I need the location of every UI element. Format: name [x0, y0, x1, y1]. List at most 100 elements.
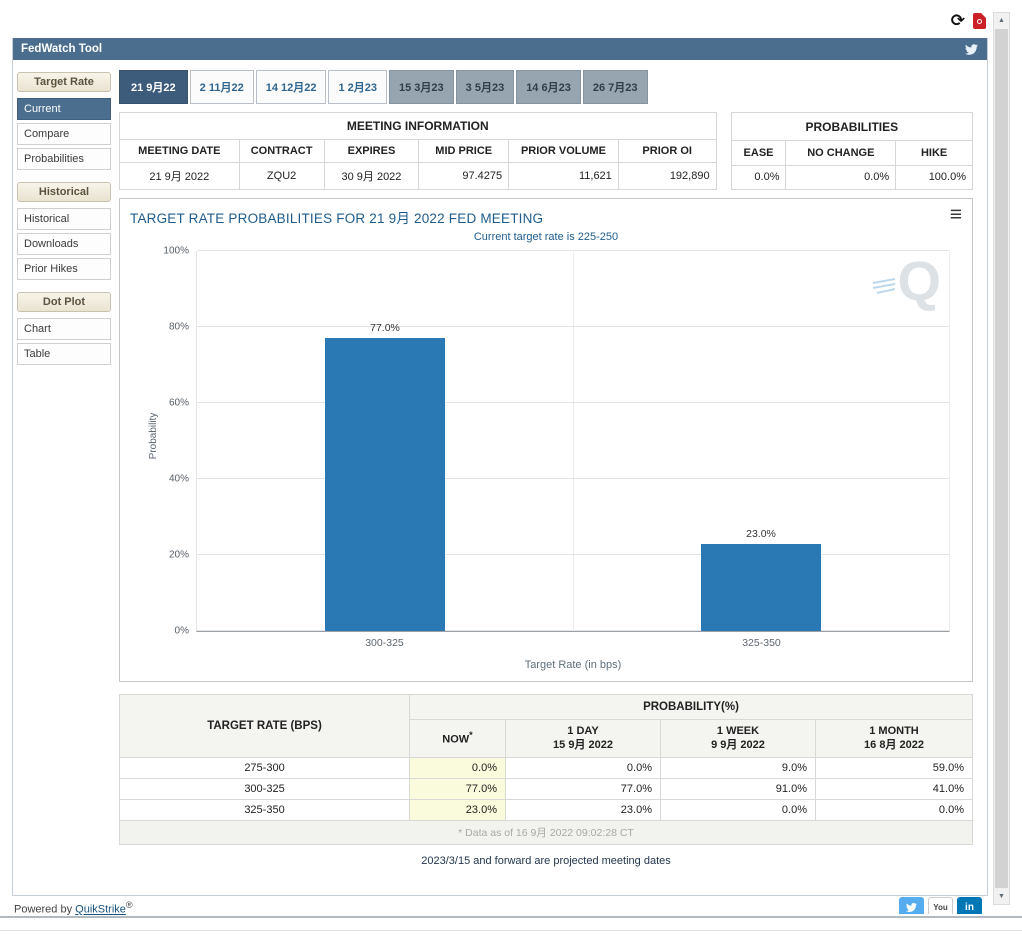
- tab-meeting-date-8[interactable]: 26 7月23: [583, 70, 648, 104]
- widget-title: FedWatch Tool: [21, 43, 102, 55]
- sidebar-item-probabilities[interactable]: Probabilities: [17, 148, 111, 170]
- x-axis-title: Target Rate (in bps): [196, 659, 950, 671]
- sidebar-item-chart[interactable]: Chart: [17, 318, 111, 340]
- table-row: 21 9月 2022 ZQU2 30 9月 2022 97.4275 11,62…: [120, 163, 717, 190]
- week-cell: 9.0%: [661, 757, 816, 778]
- target-rate-bps-header: TARGET RATE (BPS): [120, 695, 410, 758]
- chart-menu-icon[interactable]: ≡: [950, 207, 962, 223]
- x-category-label: 300-325: [196, 637, 573, 649]
- column-header: NO CHANGE: [786, 141, 896, 165]
- column-header: MEETING DATE: [120, 140, 240, 163]
- vertical-scrollbar[interactable]: ▲ ▼: [993, 12, 1010, 905]
- tab-meeting-date-5[interactable]: 15 3月23: [389, 70, 454, 104]
- sidebar-item-historical[interactable]: Historical: [17, 208, 111, 230]
- one-day-column-header: 1 DAY15 9月 2022: [506, 720, 661, 758]
- column-header: PRIOR VOLUME: [509, 140, 619, 163]
- mid-price-value: 97.4275: [419, 163, 509, 190]
- sidebar-item-prior-hikes[interactable]: Prior Hikes: [17, 258, 111, 280]
- now-column-header: NOW*: [410, 720, 506, 758]
- x-category-label: 325-350: [573, 637, 950, 649]
- bar-325-350[interactable]: 23.0%: [573, 251, 949, 631]
- sidebar-item-downloads[interactable]: Downloads: [17, 233, 111, 255]
- col-label: 1 WEEK: [664, 724, 812, 738]
- scrollbar-thumb[interactable]: [995, 29, 1008, 888]
- youtube-social-icon[interactable]: You: [928, 897, 953, 914]
- table-row: 300-325 77.0% 77.0% 91.0% 41.0%: [120, 778, 973, 799]
- linkedin-social-icon[interactable]: in: [957, 897, 982, 914]
- scroll-up-button[interactable]: ▲: [994, 13, 1009, 28]
- contract-value: ZQU2: [239, 163, 324, 190]
- chart-subtitle: Current target rate is 225-250: [130, 231, 962, 243]
- registered-mark: ®: [126, 900, 133, 910]
- top-icon-bar: ⟳: [951, 12, 986, 29]
- bar-300-325[interactable]: 77.0%: [197, 251, 573, 631]
- powered-by: Powered by QuikStrike®: [14, 900, 133, 915]
- week-cell: 91.0%: [661, 778, 816, 799]
- col-date: 16 8月 2022: [819, 738, 969, 752]
- one-week-column-header: 1 WEEK9 9月 2022: [661, 720, 816, 758]
- now-cell: 77.0%: [410, 778, 506, 799]
- quikstrike-link[interactable]: QuikStrike: [75, 904, 126, 915]
- scroll-down-button[interactable]: ▼: [994, 889, 1009, 904]
- refresh-icon[interactable]: ⟳: [951, 12, 965, 29]
- projected-dates-note: 2023/3/15 and forward are projected meet…: [119, 855, 973, 867]
- column-header: CONTRACT: [239, 140, 324, 163]
- sidebar-item-current[interactable]: Current: [17, 98, 111, 120]
- col-date: 9 9月 2022: [664, 738, 812, 752]
- hike-value: 100.0%: [896, 165, 973, 189]
- rate-cell: 325-350: [120, 799, 410, 820]
- sidebar-section-target-rate[interactable]: Target Rate: [17, 72, 111, 92]
- chart-title: TARGET RATE PROBABILITIES FOR 21 9月 2022…: [130, 207, 543, 227]
- twitter-social-icon[interactable]: [899, 897, 924, 914]
- table-row: 325-350 23.0% 23.0% 0.0% 0.0%: [120, 799, 973, 820]
- now-cell: 0.0%: [410, 757, 506, 778]
- sidebar-item-compare[interactable]: Compare: [17, 123, 111, 145]
- expires-value: 30 9月 2022: [324, 163, 419, 190]
- month-cell: 0.0%: [816, 799, 973, 820]
- meeting-date-tabs: 21 9月22 2 11月22 14 12月22 1 2月23 15 3月23 …: [119, 70, 973, 104]
- sidebar: Target Rate Current Compare Probabilitie…: [17, 70, 111, 867]
- month-cell: 41.0%: [816, 778, 973, 799]
- one-month-column-header: 1 MONTH16 8月 2022: [816, 720, 973, 758]
- data-as-of-footnote: * Data as of 16 9月 2022 09:02:28 CT: [120, 820, 973, 844]
- table-row: 0.0% 0.0% 100.0%: [731, 165, 972, 189]
- rate-cell: 300-325: [120, 778, 410, 799]
- column-header: HIKE: [896, 141, 973, 165]
- sidebar-section-historical[interactable]: Historical: [17, 182, 111, 202]
- ease-value: 0.0%: [731, 165, 786, 189]
- y-tick-label: 0%: [175, 626, 189, 637]
- main-content: 21 9月22 2 11月22 14 12月22 1 2月23 15 3月23 …: [119, 70, 973, 867]
- column-header: MID PRICE: [419, 140, 509, 163]
- tab-meeting-date-2[interactable]: 2 11月22: [190, 70, 254, 104]
- meeting-date-value: 21 9月 2022: [120, 163, 240, 190]
- col-date: 15 9月 2022: [509, 738, 657, 752]
- probabilities-title: PROBABILITIES: [731, 113, 972, 141]
- sidebar-item-table[interactable]: Table: [17, 343, 111, 365]
- widget-header: FedWatch Tool: [13, 38, 987, 60]
- rate-cell: 275-300: [120, 757, 410, 778]
- column-header: EXPIRES: [324, 140, 419, 163]
- meeting-information-table: MEETING INFORMATION MEETING DATE CONTRAC…: [119, 112, 717, 190]
- col-label: 1 MONTH: [819, 724, 969, 738]
- tab-meeting-date-4[interactable]: 1 2月23: [328, 70, 387, 104]
- y-tick-label: 60%: [169, 398, 189, 409]
- sidebar-section-dot-plot[interactable]: Dot Plot: [17, 292, 111, 312]
- twitter-icon[interactable]: [964, 43, 979, 56]
- tab-meeting-date-7[interactable]: 14 6月23: [516, 70, 581, 104]
- y-tick-label: 100%: [163, 246, 189, 257]
- column-header: PRIOR OI: [618, 140, 716, 163]
- pdf-icon[interactable]: [973, 13, 986, 29]
- prior-oi-value: 192,890: [618, 163, 716, 190]
- pdf-dot-icon: [977, 19, 982, 24]
- page-edge-line: [0, 930, 1022, 931]
- tab-meeting-date-3[interactable]: 14 12月22: [256, 70, 327, 104]
- tab-meeting-date-1[interactable]: 21 9月22: [119, 70, 188, 104]
- plot-area: Q 77.0%23.0% 0%20%40%60%80%100%: [196, 251, 950, 632]
- tab-meeting-date-6[interactable]: 3 5月23: [456, 70, 515, 104]
- day-cell: 23.0%: [506, 799, 661, 820]
- now-cell: 23.0%: [410, 799, 506, 820]
- y-tick-label: 20%: [169, 550, 189, 561]
- bottom-divider: [0, 916, 1022, 918]
- column-header: EASE: [731, 141, 786, 165]
- info-row: MEETING INFORMATION MEETING DATE CONTRAC…: [119, 112, 973, 190]
